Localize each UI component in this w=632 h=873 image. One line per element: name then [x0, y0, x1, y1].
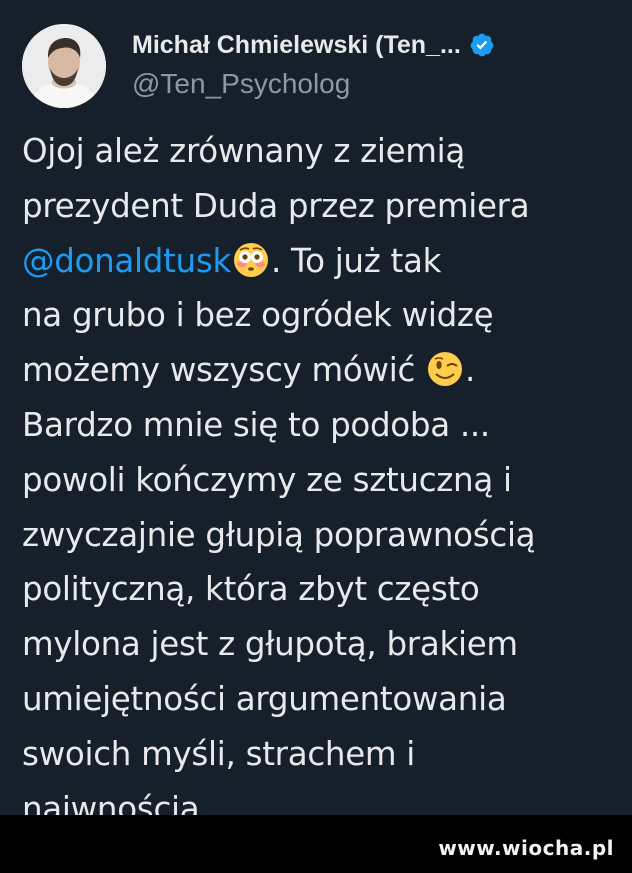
avatar[interactable] [22, 24, 106, 108]
tweet-line: zwyczajnie głupią poprawnością [22, 515, 536, 554]
tweet-line: @donaldtusk . To już tak [22, 234, 622, 289]
tweet-header: Michał Chmielewski (Ten_... @Ten_Psychol… [132, 28, 622, 100]
tweet-line: prezydent Duda przez premiera [22, 186, 530, 225]
winking-face-icon [428, 352, 463, 387]
watermark-text: www.wiocha.pl [438, 836, 614, 860]
tweet-line: polityczną, która zbyt często [22, 570, 480, 609]
tweet-line: na grubo i bez ogródek widzę [22, 296, 494, 335]
tweet-card: Michał Chmielewski (Ten_... @Ten_Psychol… [0, 0, 632, 828]
tweet-text: Ojoj ależ zrównany z ziemią prezydent Du… [22, 124, 622, 836]
tweet-line: Bardzo mnie się to podoba ... [22, 405, 490, 444]
verified-badge-icon [470, 33, 494, 57]
tweet-line: swoich myśli, strachem i [22, 734, 416, 773]
flushed-face-icon [233, 242, 268, 277]
author-name[interactable]: Michał Chmielewski (Ten_... [132, 31, 461, 60]
tweet-line-rest: . To już tak [270, 241, 442, 280]
tweet-line: mylona jest z głupotą, brakiem [22, 625, 518, 664]
name-row: Michał Chmielewski (Ten_... [132, 28, 622, 62]
tweet-line: umiejętności argumentowania [22, 679, 507, 718]
tweet-line-start: możemy wszyscy mówić [22, 351, 426, 390]
mention-link[interactable]: @donaldtusk [22, 242, 231, 280]
tweet-line-end: . [465, 351, 476, 390]
tweet-line: możemy wszyscy mówić . [22, 343, 622, 398]
tweet-line: Ojoj ależ zrównany z ziemią [22, 132, 466, 170]
tweet-line: powoli kończymy ze sztuczną i [22, 460, 512, 499]
author-handle[interactable]: @Ten_Psycholog [132, 68, 622, 100]
avatar-photo [22, 24, 106, 108]
